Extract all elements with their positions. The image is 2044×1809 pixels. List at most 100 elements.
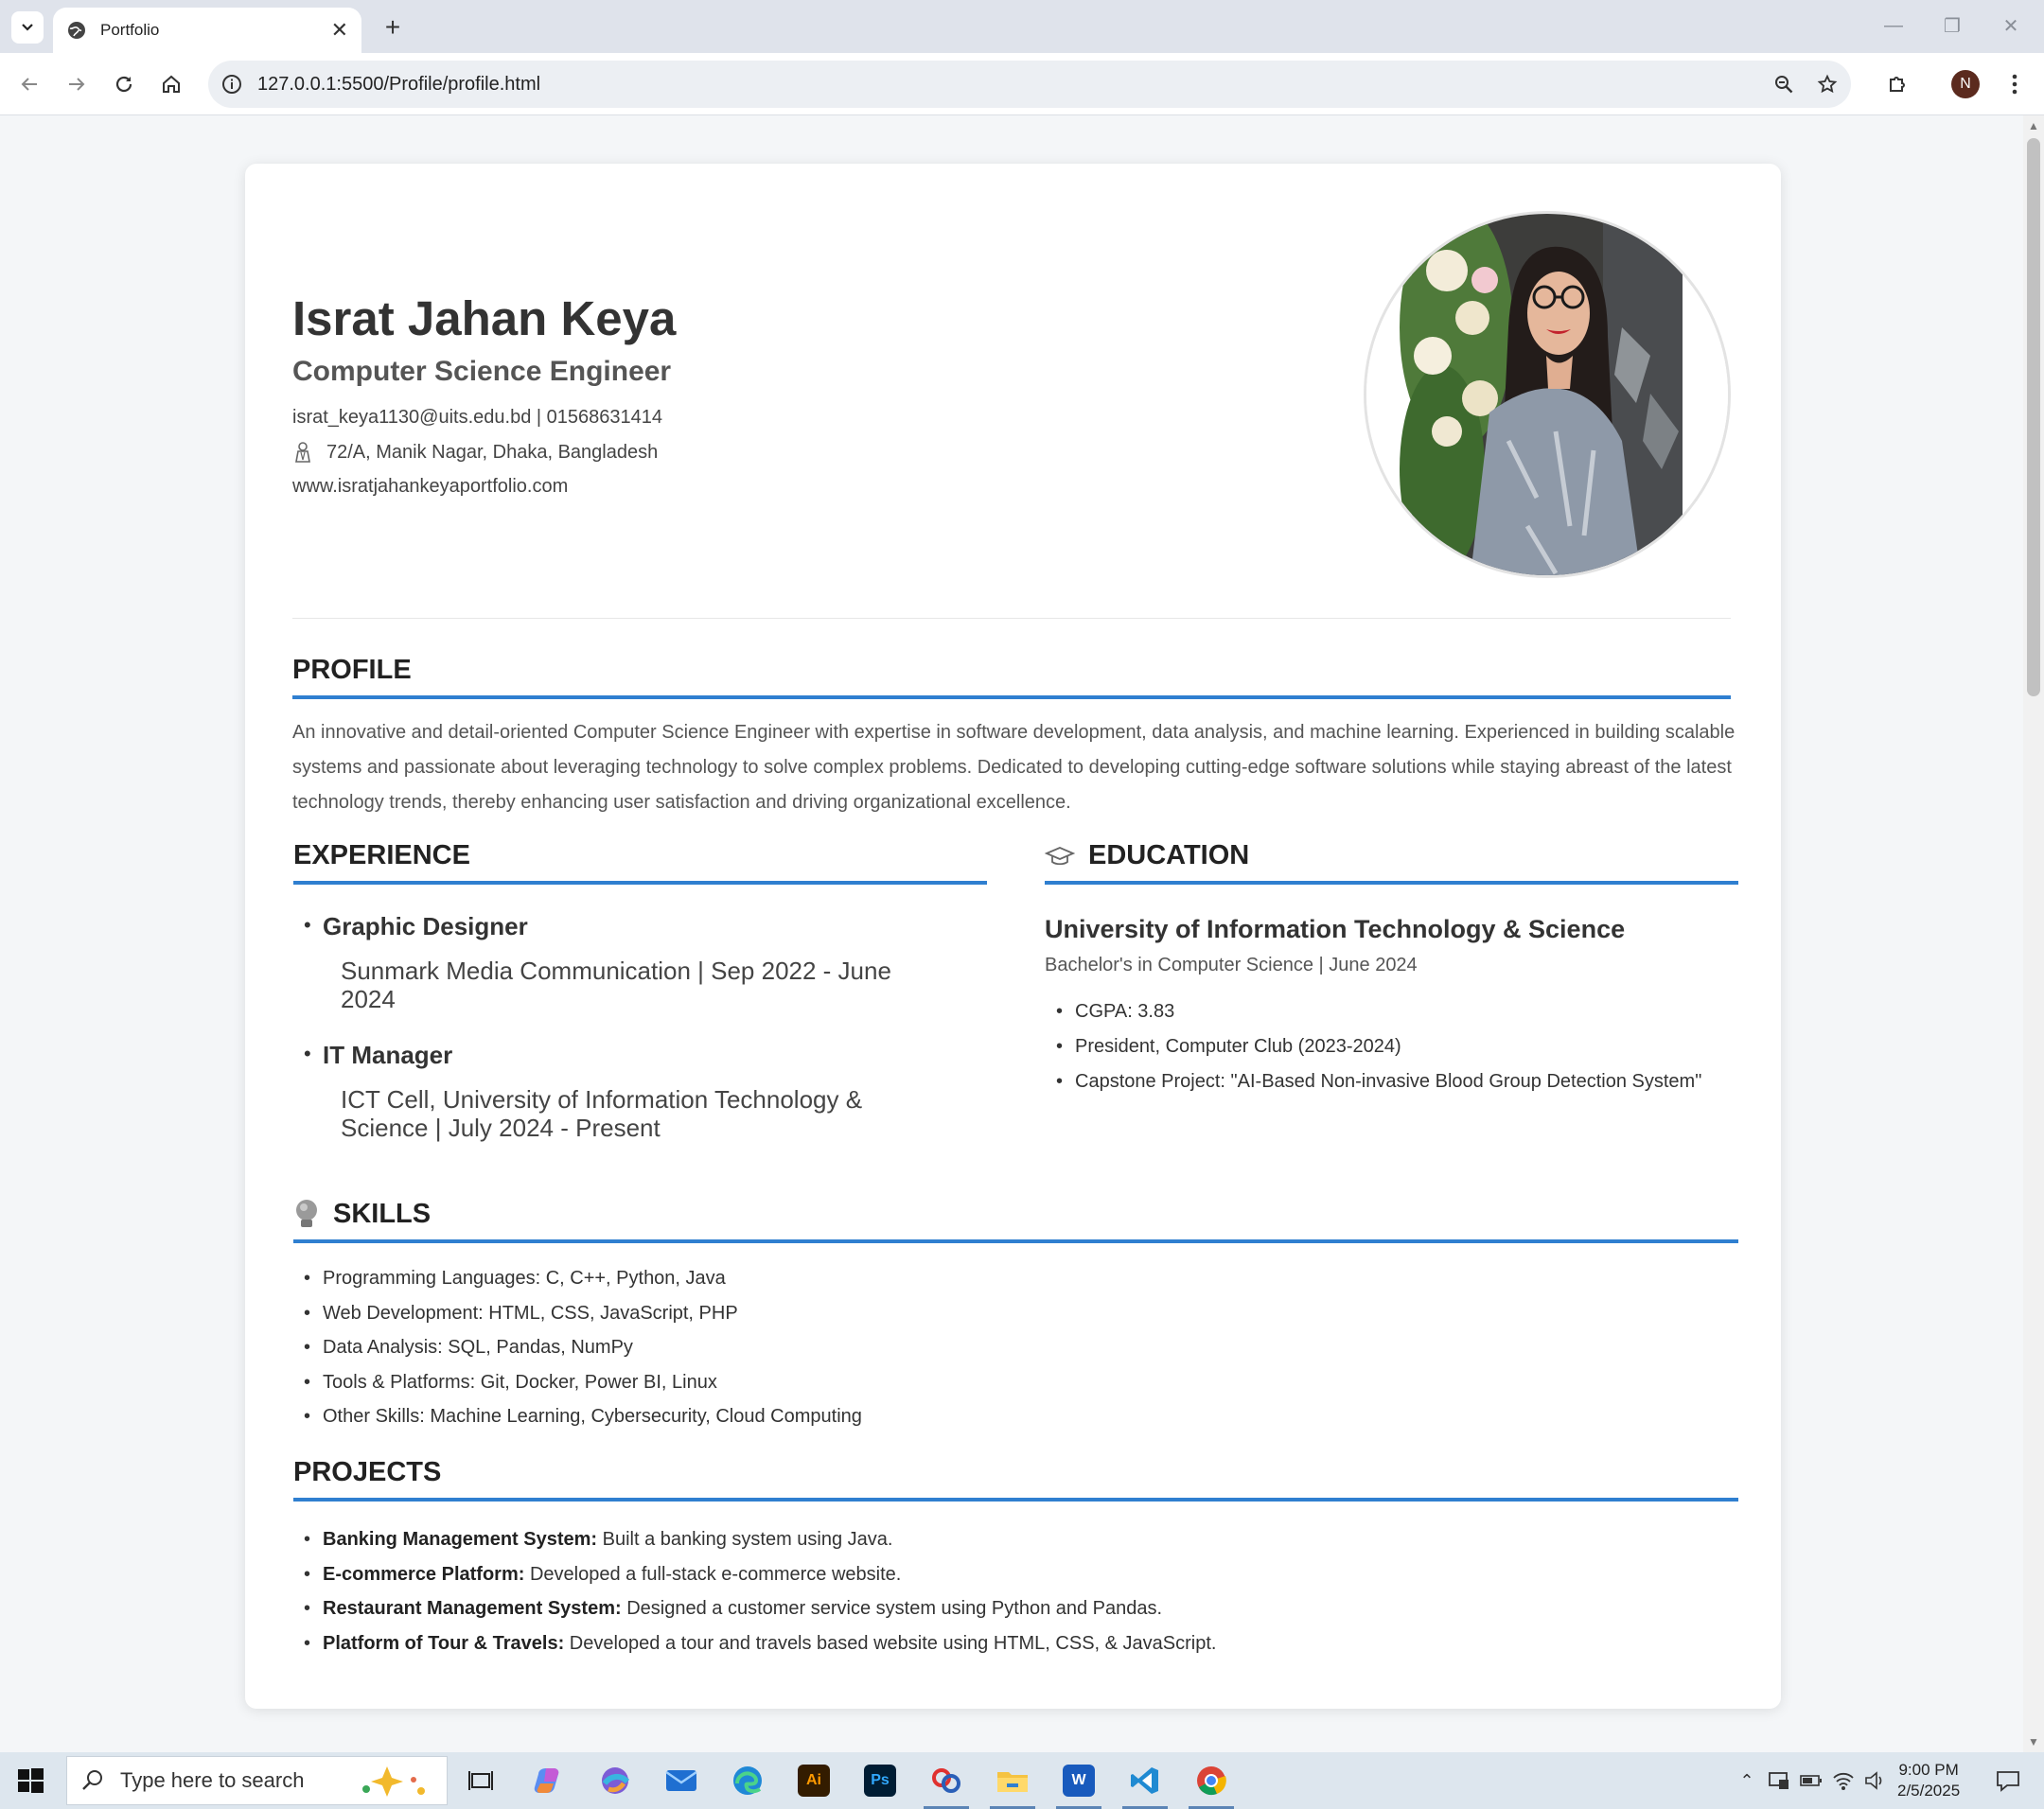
home-icon xyxy=(163,75,180,93)
word-icon: W xyxy=(1063,1765,1095,1797)
taskbar-search[interactable]: Type here to search xyxy=(66,1756,448,1805)
sparkle-icon xyxy=(362,1766,425,1797)
contact-info: israt_keya1130@uits.edu.bd | 01568631414 xyxy=(292,407,662,428)
restore-button[interactable]: ❐ xyxy=(1929,9,1976,42)
app-icon xyxy=(932,1768,960,1793)
person-name: Israt Jahan Keya xyxy=(292,291,677,345)
mail-app[interactable] xyxy=(659,1758,704,1803)
word-app[interactable]: W xyxy=(1056,1758,1101,1809)
back-button[interactable] xyxy=(11,66,47,102)
experience-organization: Sunmark Media Communication | Sep 2022 -… xyxy=(341,957,891,1013)
notifications-icon[interactable] xyxy=(1995,1767,2021,1794)
arrow-left-icon xyxy=(21,78,37,91)
site-info-icon[interactable] xyxy=(218,70,246,98)
experience-role: Graphic Designer xyxy=(323,912,528,940)
minimize-button[interactable]: — xyxy=(1870,9,1917,42)
edge-app[interactable] xyxy=(725,1758,770,1803)
browser-menu-button[interactable] xyxy=(1997,66,2033,102)
mail-icon xyxy=(665,1770,697,1791)
task-view-button[interactable] xyxy=(458,1758,503,1803)
person-icon xyxy=(292,441,313,464)
copilot-app[interactable] xyxy=(526,1758,572,1803)
list-item: Other Skills: Machine Learning, Cybersec… xyxy=(292,1399,1712,1434)
experience-heading: EXPERIENCE xyxy=(293,840,470,871)
photoshop-app[interactable]: Ps xyxy=(857,1758,903,1803)
new-tab-button[interactable]: + xyxy=(377,11,409,44)
tab-search-button[interactable] xyxy=(11,11,44,44)
illustrator-app[interactable]: Ai xyxy=(791,1758,837,1803)
profile-summary: An innovative and detail-oriented Comput… xyxy=(292,722,1736,813)
volume-icon[interactable] xyxy=(1862,1767,1889,1794)
start-button[interactable] xyxy=(15,1765,45,1796)
close-tab-icon[interactable]: ✕ xyxy=(331,20,348,41)
vscode-icon xyxy=(1131,1767,1158,1794)
chrome-app[interactable] xyxy=(1189,1758,1234,1809)
profile-heading-text: PROFILE xyxy=(292,655,412,685)
tray-expand-icon[interactable]: ⌃ xyxy=(1734,1767,1760,1794)
list-item: Web Development: HTML, CSS, JavaScript, … xyxy=(292,1296,1712,1331)
experience-list: Graphic Designer Sunmark Media Communica… xyxy=(292,911,955,1168)
browser-toolbar: 127.0.0.1:5500/Profile/profile.html N xyxy=(0,53,2044,115)
url-text[interactable]: 127.0.0.1:5500/Profile/profile.html xyxy=(257,74,540,96)
arrow-right-icon xyxy=(69,78,85,91)
experience-heading-text: EXPERIENCE xyxy=(293,840,470,870)
lightbulb-icon xyxy=(293,1198,320,1230)
website-link[interactable]: www.isratjahankeyaportfolio.com xyxy=(292,476,568,498)
home-button[interactable] xyxy=(153,66,189,102)
tab-strip: Portfolio ✕ + — ❐ ✕ xyxy=(0,0,2044,53)
extensions-button[interactable] xyxy=(1879,66,1915,102)
forward-button[interactable] xyxy=(59,66,95,102)
list-item: Programming Languages: C, C++, Python, J… xyxy=(292,1261,1712,1296)
job-title: Computer Science Engineer xyxy=(292,356,672,387)
microsoft-365-icon xyxy=(602,1767,630,1794)
scroll-up-arrow[interactable]: ▲ xyxy=(2027,119,2040,132)
vscode-app[interactable] xyxy=(1122,1758,1168,1809)
search-icon xyxy=(82,1770,102,1790)
education-school: University of Information Technology & S… xyxy=(1045,915,1626,943)
close-window-button[interactable]: ✕ xyxy=(1987,9,2035,42)
address-bar[interactable]: 127.0.0.1:5500/Profile/profile.html xyxy=(208,61,1851,108)
file-explorer-app[interactable] xyxy=(990,1758,1035,1809)
app-pinned[interactable] xyxy=(924,1758,969,1809)
experience-underline xyxy=(293,881,987,885)
projects-heading-text: PROJECTS xyxy=(293,1457,442,1487)
tab-title: Portfolio xyxy=(100,21,160,39)
project-name: Restaurant Management System: xyxy=(323,1598,622,1619)
list-item: E-commerce Platform: Developed a full-st… xyxy=(292,1557,1712,1592)
system-clock[interactable]: 9:00 PM 2/5/2025 xyxy=(1897,1760,1960,1801)
more-vertical-icon xyxy=(2012,74,2018,95)
battery-icon[interactable] xyxy=(1798,1767,1824,1794)
page-scrollbar[interactable]: ▲ ▼ xyxy=(2023,115,2044,1752)
chrome-icon xyxy=(1197,1766,1226,1796)
m365-app[interactable] xyxy=(592,1758,638,1803)
scroll-thumb[interactable] xyxy=(2027,138,2040,696)
list-item: Tools & Platforms: Git, Docker, Power BI… xyxy=(292,1365,1712,1400)
resume-card: Israt Jahan Keya Computer Science Engine… xyxy=(245,164,1781,1709)
bookmark-star-icon[interactable] xyxy=(1813,70,1841,98)
copilot-icon xyxy=(534,1768,559,1793)
illustrator-icon: Ai xyxy=(798,1765,830,1797)
projects-underline xyxy=(293,1498,1738,1502)
profile-underline xyxy=(292,695,1731,699)
education-degree: Bachelor's in Computer Science | June 20… xyxy=(1045,955,1418,975)
search-placeholder: Type here to search xyxy=(120,1768,305,1792)
header-divider xyxy=(292,618,1731,619)
reload-button[interactable] xyxy=(106,66,142,102)
zoom-icon[interactable] xyxy=(1770,70,1798,98)
list-item: Platform of Tour & Travels: Developed a … xyxy=(292,1626,1712,1661)
profile-button[interactable]: N xyxy=(1947,66,1983,102)
experience-role: IT Manager xyxy=(323,1041,453,1069)
experience-organization: ICT Cell, University of Information Tech… xyxy=(341,1085,863,1142)
experience-item: Graphic Designer Sunmark Media Communica… xyxy=(292,911,955,1013)
list-item: Capstone Project: "AI-Based Non-invasive… xyxy=(1045,1064,1745,1099)
windows-taskbar: Type here to search Ai Ps W ⌃ 9:00 PM 2/… xyxy=(0,1752,2044,1809)
tab-portfolio[interactable]: Portfolio ✕ xyxy=(53,8,361,53)
wifi-icon[interactable] xyxy=(1830,1767,1857,1794)
skills-underline xyxy=(293,1239,1738,1243)
education-underline xyxy=(1045,881,1738,885)
security-icon[interactable] xyxy=(1766,1767,1792,1794)
chevron-down-icon xyxy=(22,24,33,31)
scroll-down-arrow[interactable]: ▼ xyxy=(2027,1735,2040,1748)
project-description: Built a banking system using Java. xyxy=(597,1529,893,1550)
address-text: 72/A, Manik Nagar, Dhaka, Bangladesh xyxy=(326,441,659,463)
